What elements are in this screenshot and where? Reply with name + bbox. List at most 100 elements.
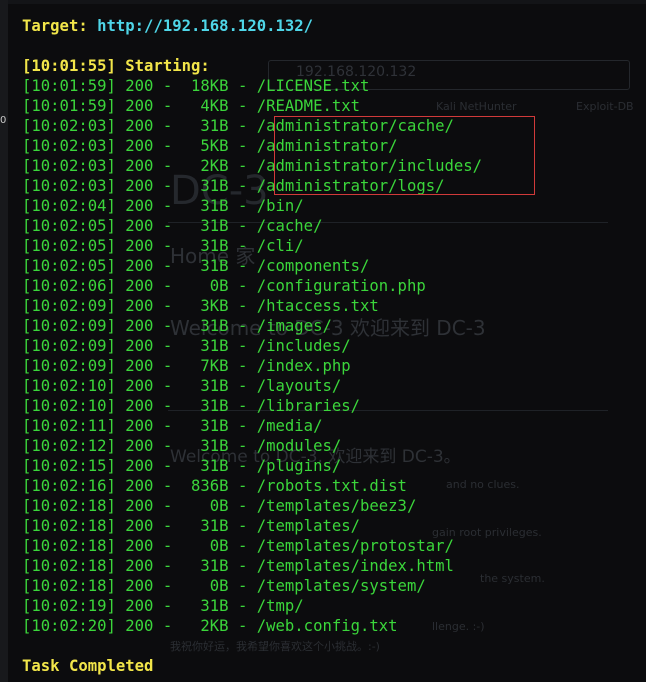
row-status-code: 200 [125,297,154,315]
row-path: /includes/ [256,337,351,355]
result-row: [10:02:09] 200 - 3KB - /htaccess.txt [22,297,379,315]
row-path: /robots.txt.dist [256,477,407,495]
row-status-code: 200 [125,517,154,535]
row-timestamp: [10:02:03] [22,157,116,175]
row-path: /media/ [256,417,323,435]
row-status-code: 200 [125,257,154,275]
row-size: 31B [200,597,229,615]
row-status-code: 200 [125,597,154,615]
row-size: 3KB [200,297,229,315]
row-status-code: 200 [125,97,154,115]
row-size: 31B [200,377,229,395]
row-size: 0B [209,497,229,515]
row-size: 7KB [200,357,229,375]
row-timestamp: [10:02:09] [22,357,116,375]
row-timestamp: [10:02:10] [22,377,116,395]
result-row: [10:02:05] 200 - 31B - /components/ [22,257,370,275]
edge-glyph: 0 [0,115,7,126]
result-row: [10:02:18] 200 - 31B - /templates/index.… [22,557,454,575]
row-size: 31B [200,257,229,275]
row-status-code: 200 [125,377,154,395]
row-status-code: 200 [125,317,154,335]
row-path: /htaccess.txt [256,297,379,315]
row-status-code: 200 [125,397,154,415]
row-size: 2KB [200,157,229,175]
result-row: [10:02:09] 200 - 31B - /images/ [22,317,332,335]
row-timestamp: [10:02:10] [22,397,116,415]
row-timestamp: [10:02:18] [22,537,116,555]
row-path: /configuration.php [256,277,426,295]
row-path: /bin/ [256,197,304,215]
row-timestamp: [10:02:09] [22,317,116,335]
row-size: 31B [200,117,229,135]
row-timestamp: [10:01:59] [22,97,116,115]
administrator-highlight-box [274,116,535,195]
row-size: 31B [200,517,229,535]
row-timestamp: [10:02:18] [22,557,116,575]
row-status-code: 200 [125,477,154,495]
row-size: 31B [200,417,229,435]
row-path: /plugins/ [256,457,342,475]
result-row: [10:02:20] 200 - 2KB - /web.config.txt [22,617,398,635]
row-timestamp: [10:02:15] [22,457,116,475]
row-path: /LICENSE.txt [256,77,370,95]
row-size: 31B [200,217,229,235]
row-path: /templates/index.html [256,557,454,575]
target-label: Target: [22,17,88,35]
row-status-code: 200 [125,457,154,475]
row-path: /images/ [256,317,332,335]
row-size: 31B [200,177,229,195]
result-row: [10:02:15] 200 - 31B - /plugins/ [22,457,342,475]
row-status-code: 200 [125,577,154,595]
result-row: [10:02:16] 200 - 836B - /robots.txt.dist [22,477,407,495]
row-path: /README.txt [256,97,361,115]
row-size: 31B [200,437,229,455]
row-timestamp: [10:02:12] [22,437,116,455]
row-timestamp: [10:02:05] [22,237,116,255]
row-size: 5KB [200,137,229,155]
row-status-code: 200 [125,77,154,95]
row-size: 31B [200,237,229,255]
row-timestamp: [10:02:18] [22,517,116,535]
row-path: /tmp/ [256,597,304,615]
result-row: [10:02:04] 200 - 31B - /bin/ [22,197,304,215]
result-row: [10:01:59] 200 - 4KB - /README.txt [22,97,361,115]
row-size: 31B [200,197,229,215]
row-path: /index.php [256,357,351,375]
row-status-code: 200 [125,157,154,175]
row-path: /web.config.txt [256,617,398,635]
result-row: [10:02:11] 200 - 31B - /media/ [22,417,323,435]
target-line: Target: http://192.168.120.132/ [22,16,313,36]
row-timestamp: [10:02:06] [22,277,116,295]
result-row: [10:01:59] 200 - 18KB - /LICENSE.txt [22,77,370,95]
row-timestamp: [10:02:18] [22,497,116,515]
row-size: 18KB [191,77,229,95]
row-path: /components/ [256,257,370,275]
row-size: 31B [200,457,229,475]
row-status-code: 200 [125,177,154,195]
row-status-code: 200 [125,417,154,435]
row-size: 2KB [200,617,229,635]
row-status-code: 200 [125,197,154,215]
row-status-code: 200 [125,497,154,515]
row-timestamp: [10:02:05] [22,217,116,235]
row-timestamp: [10:02:20] [22,617,116,635]
result-row: [10:02:18] 200 - 0B - /templates/protost… [22,537,454,555]
row-path: /cli/ [256,237,304,255]
result-row: [10:02:05] 200 - 31B - /cli/ [22,237,304,255]
result-row: [10:02:09] 200 - 7KB - /index.php [22,357,351,375]
row-status-code: 200 [125,357,154,375]
result-row: [10:02:10] 200 - 31B - /layouts/ [22,377,342,395]
row-path: /modules/ [256,437,342,455]
row-status-code: 200 [125,137,154,155]
row-status-code: 200 [125,557,154,575]
row-path: /templates/beez3/ [256,497,417,515]
target-url: http://192.168.120.132/ [97,17,314,35]
row-timestamp: [10:02:09] [22,337,116,355]
row-path: /cache/ [256,217,323,235]
row-size: 31B [200,337,229,355]
result-row: [10:02:18] 200 - 0B - /templates/system/ [22,577,426,595]
row-size: 0B [209,537,229,555]
result-row: [10:02:18] 200 - 0B - /templates/beez3/ [22,497,417,515]
row-size: 0B [209,577,229,595]
